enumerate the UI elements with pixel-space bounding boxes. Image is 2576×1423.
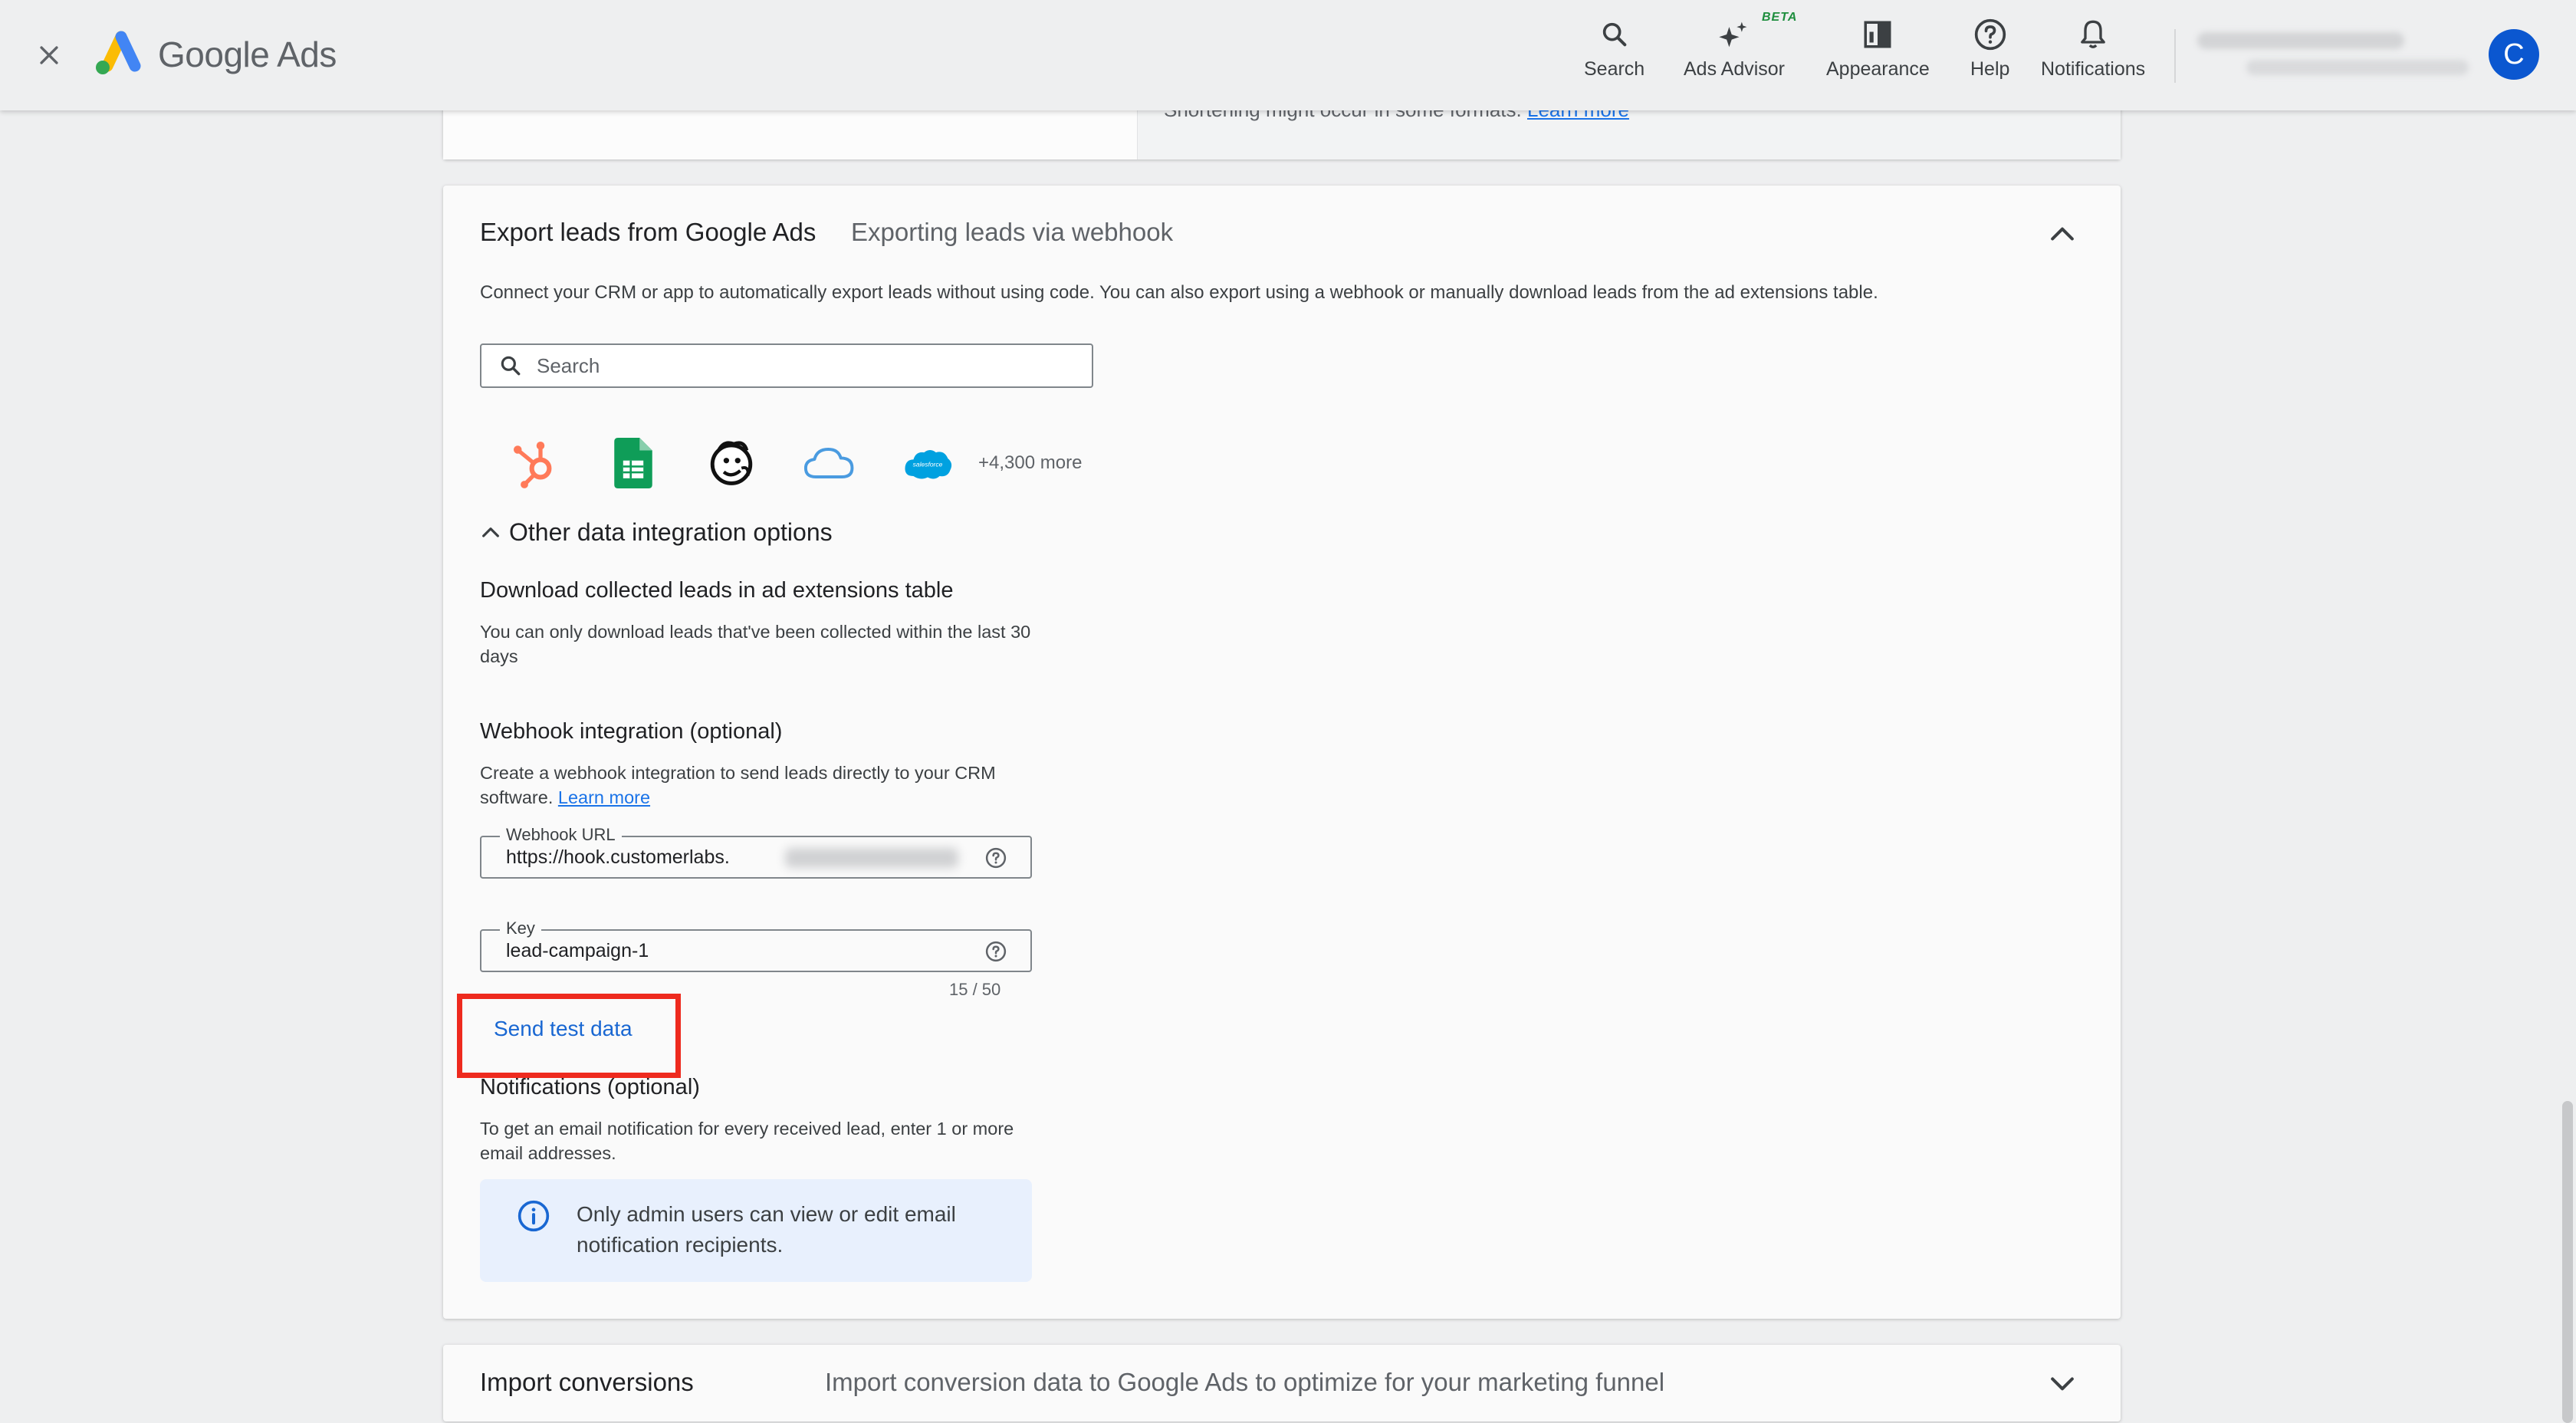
- account-email-redacted: [2246, 60, 2469, 75]
- admin-info-banner: Only admin users can view or edit email …: [480, 1179, 1032, 1282]
- google-sheets-icon: [614, 438, 652, 488]
- key-field[interactable]: Key lead-campaign-1: [480, 919, 1032, 972]
- salesforce-wordmark: salesforce: [913, 461, 943, 468]
- header-divider: [2174, 29, 2176, 83]
- help-icon: [1974, 18, 2006, 51]
- other-options-label: Other data integration options: [509, 518, 833, 546]
- export-section-title: Export leads from Google Ads: [480, 218, 816, 246]
- account-name-redacted: [2197, 32, 2404, 49]
- header-help-label: Help: [1970, 58, 2010, 80]
- help-icon[interactable]: [984, 940, 1007, 963]
- bell-icon: [2081, 20, 2105, 48]
- google-ads-logo: [96, 31, 141, 74]
- cloud-app-button[interactable]: [799, 432, 860, 494]
- cloud-icon: [803, 448, 854, 478]
- sparkle-icon: [1719, 21, 1747, 48]
- header-ads-advisor-label: Ads Advisor: [1684, 58, 1786, 80]
- mailchimp-button[interactable]: [701, 432, 762, 494]
- import-section-title: Import conversions: [480, 1368, 694, 1396]
- export-leads-card: Export leads from Google Ads Exporting l…: [443, 186, 2121, 1319]
- webhook-url-field[interactable]: Webhook URL https://hook.customerlabs.: [480, 825, 1032, 879]
- search-icon: [501, 356, 521, 376]
- export-description: Connect your CRM or app to automatically…: [480, 282, 1878, 303]
- salesforce-icon: salesforce: [905, 450, 952, 479]
- key-character-counter: 15 / 50: [949, 980, 1001, 999]
- header-ads-advisor-button[interactable]: Ads Advisor: [1684, 15, 1785, 84]
- close-button[interactable]: [28, 34, 71, 77]
- header-appearance-label: Appearance: [1826, 58, 1930, 80]
- more-apps-link[interactable]: +4,300 more: [978, 452, 1082, 474]
- avatar[interactable]: C: [2489, 29, 2539, 80]
- import-section-subtitle: Import conversion data to Google Ads to …: [825, 1368, 1665, 1396]
- hubspot-button[interactable]: [504, 432, 566, 494]
- beta-badge: BETA: [1762, 11, 1798, 24]
- header-search-label: Search: [1584, 58, 1645, 80]
- webhook-url-label: Webhook URL: [500, 825, 622, 845]
- close-icon: [40, 46, 58, 64]
- appearance-icon: [1864, 21, 1891, 48]
- import-conversions-card[interactable]: Import conversions Import conversion dat…: [443, 1345, 2121, 1421]
- info-icon: [518, 1200, 550, 1232]
- export-section-subtitle: Exporting leads via webhook: [851, 218, 1174, 246]
- header-appearance-button[interactable]: Appearance: [1826, 15, 1930, 84]
- webhook-description: Create a webhook integration to send lea…: [480, 761, 1032, 810]
- scrollbar-thumb[interactable]: [2562, 1101, 2573, 1423]
- webhook-heading: Webhook integration (optional): [480, 719, 783, 744]
- admin-info-text: Only admin users can view or edit email …: [577, 1202, 956, 1257]
- webhook-url-value: https://hook.customerlabs.: [506, 846, 730, 868]
- header-notifications-label: Notifications: [2041, 58, 2146, 80]
- notifications-heading: Notifications (optional): [480, 1075, 700, 1099]
- download-leads-text: You can only download leads that've been…: [480, 622, 1031, 666]
- top-app-bar: Google Ads Search Ads Advisor BETA Appea…: [0, 0, 2576, 110]
- notifications-description: To get an email notification for every r…: [480, 1119, 1014, 1163]
- hubspot-icon: [514, 442, 552, 488]
- header-search-button[interactable]: Search: [1584, 15, 1644, 84]
- app-title: Google Ads: [158, 35, 337, 74]
- google-sheets-button[interactable]: [603, 432, 664, 494]
- header-notifications-button[interactable]: Notifications: [2041, 15, 2145, 84]
- integration-search-field[interactable]: [480, 343, 1093, 388]
- integration-apps-row: salesforce +4,300 more: [504, 432, 1082, 494]
- other-options-toggle[interactable]: Other data integration options: [478, 518, 833, 547]
- search-icon: [1602, 22, 1626, 47]
- salesforce-button[interactable]: salesforce: [897, 432, 958, 494]
- send-test-data-button[interactable]: Send test data: [494, 1017, 632, 1041]
- mailchimp-icon: [710, 441, 753, 485]
- chevron-up-icon[interactable]: [2045, 218, 2079, 251]
- help-icon[interactable]: [984, 846, 1007, 869]
- header-help-button[interactable]: Help: [1970, 15, 2009, 84]
- integration-search-input[interactable]: [537, 353, 1073, 378]
- download-leads-heading: Download collected leads in ad extension…: [480, 578, 954, 603]
- chevron-up-icon: [482, 527, 499, 537]
- key-label: Key: [500, 919, 541, 938]
- webhook-learn-more-link[interactable]: Learn more: [558, 787, 650, 807]
- webhook-url-redacted: [785, 848, 958, 868]
- key-value: lead-campaign-1: [506, 940, 649, 961]
- chevron-down-icon[interactable]: [2045, 1366, 2079, 1400]
